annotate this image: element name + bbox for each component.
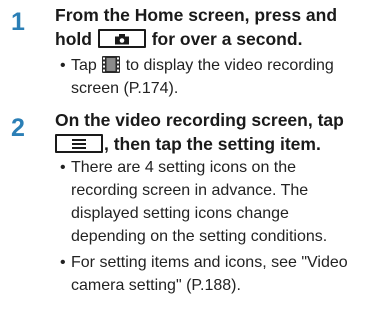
heading-text: From the Home screen, press and bbox=[55, 5, 338, 25]
menu-key-icon bbox=[55, 134, 103, 154]
camera-key-icon bbox=[97, 29, 146, 49]
bullet-dot: • bbox=[60, 254, 66, 271]
heading-text: On the video recording screen, tap bbox=[55, 110, 344, 130]
step-number: 2 bbox=[11, 114, 25, 142]
bullet-dot: • bbox=[60, 57, 66, 74]
note-text: Tap bbox=[71, 57, 97, 74]
step-1-notes: • Tap to display the video recording scr bbox=[60, 54, 377, 100]
note-text: depending on the setting conditions. bbox=[71, 228, 328, 245]
video-icon bbox=[102, 55, 121, 73]
heading-text: , then tap the setting item. bbox=[104, 134, 321, 154]
note-text: to display the video recording bbox=[125, 57, 334, 74]
list-item: • Tap to display the video recording scr bbox=[60, 54, 377, 100]
list-item: • For setting items and icons, see "Vide… bbox=[60, 251, 377, 297]
note-text: screen (P.174). bbox=[71, 80, 179, 97]
step-2-notes: • There are 4 setting icons on the recor… bbox=[60, 156, 377, 297]
step-heading: From the Home screen, press and hold for… bbox=[55, 3, 375, 51]
note-text: displayed setting icons change bbox=[71, 205, 289, 222]
step-number: 1 bbox=[11, 8, 25, 36]
note-text: camera setting" (P.188). bbox=[71, 277, 241, 294]
step-heading: On the video recording screen, tap , the… bbox=[55, 108, 375, 156]
note-text: recording screen in advance. The bbox=[71, 182, 309, 199]
note-text: There are 4 setting icons on the bbox=[71, 159, 297, 176]
heading-text: hold bbox=[55, 29, 92, 49]
heading-text: for over a second. bbox=[151, 29, 303, 49]
list-item: • There are 4 setting icons on the recor… bbox=[60, 156, 377, 248]
note-text: For setting items and icons, see "Video bbox=[71, 254, 348, 271]
bullet-dot: • bbox=[60, 159, 66, 176]
